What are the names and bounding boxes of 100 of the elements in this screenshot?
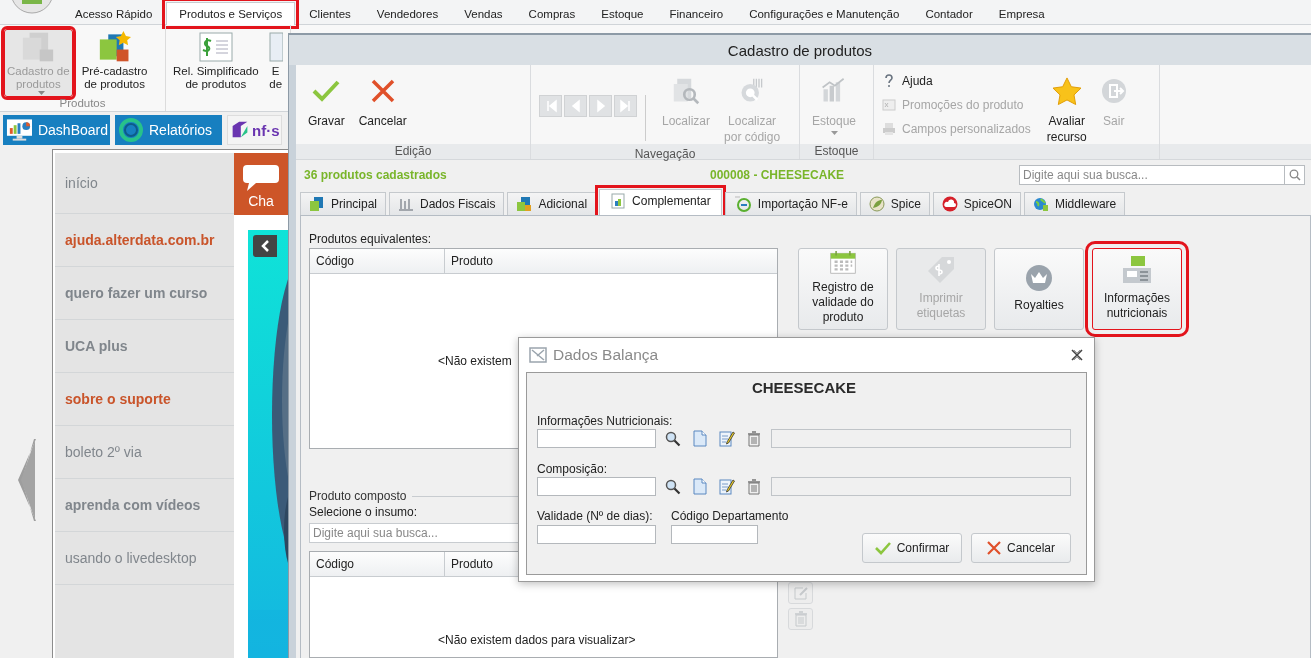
royalties-button[interactable]: Royalties (994, 248, 1084, 330)
ring-icon (118, 117, 144, 143)
product-card-icon (309, 196, 325, 212)
ribbon-tab[interactable]: Financeiro (657, 2, 736, 25)
ribbon-tab[interactable]: Estoque (589, 2, 656, 25)
search-icon (665, 430, 681, 447)
edit-document-icon (719, 430, 735, 447)
search-button[interactable] (663, 477, 683, 496)
new-button[interactable] (690, 477, 710, 496)
tab[interactable]: Adicional (507, 192, 597, 215)
tab[interactable]: Dados Fiscais (389, 192, 505, 215)
rate-feature-button[interactable]: Avaliar recurso (1042, 75, 1091, 147)
help-link[interactable]: Ajuda (882, 73, 1031, 89)
ribbon-tab[interactable]: Clientes (297, 2, 363, 25)
current-record: 000008 - CHEESECAKE (710, 168, 846, 182)
column-header[interactable]: Código (310, 249, 445, 273)
input-field[interactable] (671, 525, 758, 544)
product-card-icon (516, 196, 533, 212)
tab[interactable]: Middleware (1023, 192, 1126, 215)
input-field[interactable] (537, 429, 656, 448)
ribbon-tab[interactable]: Acesso Rápido (63, 2, 165, 25)
ribbon-tab[interactable]: Empresa (986, 2, 1057, 25)
dialog-title: Dados Balança (553, 346, 660, 364)
ribbon-tab[interactable]: Compras (516, 2, 588, 25)
help-icon (882, 74, 896, 88)
field-label: Composição: (537, 462, 609, 476)
empty-message: <Não existem dados para visualizar> (438, 633, 636, 647)
field-label: Validade (Nº de dias): (537, 509, 654, 523)
tab[interactable]: SpiceON (932, 192, 1021, 215)
exit-icon (1100, 77, 1127, 105)
input-field[interactable] (537, 477, 656, 496)
ribbon-button[interactable]: Rel. Simplificado de produtos (170, 29, 262, 96)
star-icon (1050, 77, 1083, 105)
edit-icon (792, 585, 809, 601)
cloud-icon (941, 196, 958, 212)
new-document-icon (693, 430, 707, 447)
chat-tile[interactable]: Cha (234, 153, 288, 215)
trash-icon (793, 611, 808, 627)
field-label: Informações Nutricionais: (537, 414, 674, 428)
group-label: Navegação (633, 147, 697, 162)
search-icon (1288, 169, 1301, 181)
close-button[interactable] (1070, 348, 1084, 362)
description-field[interactable] (771, 429, 1071, 448)
caret-icon (830, 131, 838, 135)
nf-link[interactable]: nf·s (227, 115, 282, 145)
description-field[interactable] (771, 477, 1071, 496)
column-header[interactable]: Produto (445, 249, 777, 273)
cancel-button[interactable]: Cancelar (971, 533, 1071, 563)
chevron-left-icon (18, 439, 36, 521)
tab[interactable]: Principal (300, 192, 387, 215)
ribbon-tab[interactable]: Configurações e Manutenção (737, 2, 912, 25)
dashboard-icon (6, 118, 33, 142)
crown-icon (1025, 263, 1053, 292)
group-title: Produto composto (309, 489, 407, 503)
close-icon (1070, 348, 1084, 362)
group-label: Estoque (813, 144, 860, 159)
confirm-button[interactable]: Confirmar (862, 533, 962, 563)
new-button[interactable] (690, 429, 710, 448)
group-label: Produtos (58, 97, 107, 111)
ribbon-tab[interactable]: Contador (913, 2, 985, 25)
ribbon-button[interactable]: E de (265, 29, 286, 96)
field-label: Selecione o insumo: (309, 505, 418, 521)
new-document-icon (693, 478, 707, 495)
save-button[interactable]: Gravar (304, 75, 349, 131)
edit-button[interactable] (717, 429, 737, 448)
record-count: 36 produtos cadastrados (304, 168, 448, 182)
leaf-circle-icon (868, 196, 885, 212)
price-tag-icon (926, 255, 956, 285)
product-heading: CHEESECAKE (750, 379, 858, 398)
tab[interactable]: Importação NF-e (724, 192, 857, 215)
globe-icon (1032, 196, 1049, 212)
search-button[interactable] (663, 429, 683, 448)
caret-icon (37, 91, 45, 95)
dashboard-link[interactable]: DashBoard (3, 115, 110, 145)
cancel-button[interactable]: Cancelar (354, 75, 411, 131)
search-icon (665, 478, 681, 495)
column-header[interactable]: Código (310, 552, 445, 576)
trash-icon (747, 478, 761, 495)
search-field[interactable]: Digite aqui sua busca... (1019, 165, 1285, 185)
ribbon-tab[interactable]: Vendedores (364, 2, 451, 25)
empty-message: <Não existem (438, 354, 512, 368)
edit-button[interactable] (717, 477, 737, 496)
chat-bubble-icon (241, 165, 281, 191)
check-icon (874, 541, 891, 555)
previous-button[interactable] (253, 235, 277, 257)
edit-document-icon (719, 478, 735, 495)
ribbon-button[interactable]: Pré-cadastro de produtos (78, 29, 151, 97)
close-icon (987, 541, 1001, 555)
window-title: Cadastro de produtos (289, 35, 1311, 65)
tab[interactable]: Spice (859, 192, 930, 215)
group-label: Edição (393, 144, 433, 159)
chevron-left-icon (261, 240, 269, 252)
scale-icon (1120, 255, 1154, 285)
expiry-record-button[interactable]: Registro de validade do produto (798, 248, 888, 330)
close-icon (370, 77, 395, 105)
input-field[interactable] (537, 525, 656, 544)
ribbon-tab[interactable]: Vendas (452, 2, 515, 25)
document-x-icon (882, 99, 896, 111)
trash-icon (747, 430, 761, 447)
reports-link[interactable]: Relatórios (115, 115, 222, 145)
